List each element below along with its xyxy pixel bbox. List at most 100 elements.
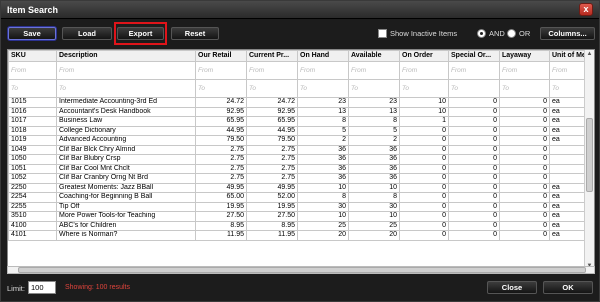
table-cell: Clif Bar Blck Chry Almnd bbox=[56, 144, 196, 155]
filter-to-row-cell[interactable]: To bbox=[56, 79, 196, 98]
save-button[interactable]: Save bbox=[8, 27, 56, 40]
table-cell: 0 bbox=[448, 97, 500, 108]
column-header[interactable]: On Hand bbox=[297, 50, 349, 62]
table-row[interactable]: 2254 Coaching-for Beginning B Ball 65.00 52… bbox=[8, 192, 586, 203]
table-row[interactable]: 1016 Accountant's Desk Handbook 92.95 92.95… bbox=[8, 106, 586, 117]
table-row[interactable]: 1051 Clif Bar Cool Mnt Chclt 2.75 2.75 36 36 0… bbox=[8, 163, 586, 174]
filter-from-row-cell[interactable]: From bbox=[499, 61, 550, 80]
vertical-scroll-thumb[interactable] bbox=[586, 118, 593, 192]
filter-from-row-cell[interactable]: From bbox=[195, 61, 247, 80]
column-header[interactable]: SKU bbox=[8, 50, 57, 62]
table-row[interactable]: 1017 Business Law 65.95 65.95 8 8 1 0 0 ea bbox=[8, 116, 586, 127]
table-cell: 0 bbox=[499, 173, 550, 184]
table-cell: 0 bbox=[399, 211, 449, 222]
table-cell: 0 bbox=[499, 135, 550, 146]
table-row[interactable]: 1050 Clif Bar Blubry Crsp 2.75 2.75 36 36 0 0 0 bbox=[8, 154, 586, 165]
results-table: From From From From From From From From From From… bbox=[8, 50, 586, 241]
show-inactive-checkbox[interactable] bbox=[378, 29, 387, 38]
horizontal-scroll-thumb[interactable] bbox=[18, 267, 586, 273]
filter-to-row-cell[interactable]: To bbox=[399, 79, 449, 98]
table-cell: 5 bbox=[297, 125, 349, 136]
table-cell: 0 bbox=[399, 182, 449, 193]
limit-input[interactable]: 100 bbox=[28, 281, 56, 294]
column-header[interactable]: Layaway bbox=[499, 50, 550, 62]
table-row[interactable]: 1018 College Dictionary 44.95 44.95 5 5 0 0 0 ea bbox=[8, 125, 586, 136]
table-cell: 2255 bbox=[8, 201, 57, 212]
table-row[interactable]: 1049 Clif Bar Blck Chry Almnd 2.75 2.75 36 36… bbox=[8, 144, 586, 155]
column-header[interactable]: Current Pr... bbox=[246, 50, 298, 62]
filter-from-row-cell[interactable]: From bbox=[8, 61, 57, 80]
close-window-icon[interactable]: x bbox=[579, 3, 593, 16]
table-cell: 20 bbox=[297, 230, 349, 241]
export-highlight-box bbox=[114, 22, 167, 45]
column-header[interactable]: Special Or... bbox=[448, 50, 500, 62]
table-cell: More Power Tools-for Teaching bbox=[56, 211, 196, 222]
filter-to-row-cell[interactable]: To bbox=[195, 79, 247, 98]
title-bar[interactable]: Item Search x bbox=[1, 1, 599, 19]
table-row[interactable]: 2250 Greatest Moments: Jazz BBall 49.95 49.… bbox=[8, 182, 586, 193]
table-row[interactable]: 4100 ABC's for Children 8.95 8.95 25 25 0 0 0 ea bbox=[8, 220, 586, 231]
column-header[interactable]: Available bbox=[348, 50, 400, 62]
or-radio[interactable] bbox=[507, 29, 516, 38]
filter-to-row-cell[interactable]: To bbox=[549, 79, 586, 98]
table-row[interactable]: 3510 More Power Tools-for Teaching 27.50 27… bbox=[8, 211, 586, 222]
table-cell: Clif Bar Blubry Crsp bbox=[56, 154, 196, 165]
columns-button[interactable]: Columns... bbox=[540, 27, 595, 40]
filter-to-row-cell[interactable]: To bbox=[448, 79, 500, 98]
table-cell: Accountant's Desk Handbook bbox=[56, 106, 196, 117]
table-cell: 2.75 bbox=[195, 173, 247, 184]
filter-from-row-cell[interactable]: From bbox=[399, 61, 449, 80]
table-row[interactable]: 1019 Advanced Accounting 79.50 79.50 2 2 0 0 0 ea bbox=[8, 135, 586, 146]
column-header[interactable]: Unit of Me... bbox=[549, 50, 586, 62]
filter-from-row-cell[interactable]: From bbox=[348, 61, 400, 80]
filter-from-row-cell[interactable]: From bbox=[56, 61, 196, 80]
table-row[interactable]: 4101 Where is Norman? 11.95 11.95 20 20 0 0 0 ea bbox=[8, 230, 586, 241]
scroll-up-arrow-icon[interactable]: ▲ bbox=[585, 50, 594, 59]
table-cell: 0 bbox=[448, 211, 500, 222]
filter-to-row-cell[interactable]: To bbox=[348, 79, 400, 98]
filter-from-row-cell[interactable]: From bbox=[297, 61, 349, 80]
table-cell: 0 bbox=[499, 116, 550, 127]
table-cell: 0 bbox=[499, 201, 550, 212]
filter-to-row-cell[interactable]: To bbox=[297, 79, 349, 98]
limit-label: Limit: bbox=[7, 284, 25, 293]
table-cell: 27.50 bbox=[195, 211, 247, 222]
close-button[interactable]: Close bbox=[487, 281, 537, 294]
ok-button[interactable]: OK bbox=[543, 281, 593, 294]
column-header[interactable]: On Order bbox=[399, 50, 449, 62]
table-cell: ea bbox=[549, 116, 586, 127]
table-cell: 2.75 bbox=[246, 173, 298, 184]
table-cell: 1018 bbox=[8, 125, 57, 136]
filter-from-row-cell[interactable]: From bbox=[246, 61, 298, 80]
table-row[interactable]: 1015 Intermediate Accounting-3rd Ed 24.72 2… bbox=[8, 97, 586, 108]
table-cell bbox=[549, 144, 586, 155]
filter-to-row-cell[interactable]: To bbox=[246, 79, 298, 98]
table-cell: 8.95 bbox=[246, 220, 298, 231]
filter-to-row-cell[interactable]: To bbox=[499, 79, 550, 98]
table-cell: 0 bbox=[399, 230, 449, 241]
load-button[interactable]: Load bbox=[62, 27, 112, 40]
table-cell: 2.75 bbox=[195, 163, 247, 174]
and-radio[interactable] bbox=[477, 29, 486, 38]
column-header[interactable]: Our Retail bbox=[195, 50, 247, 62]
table-cell: 8 bbox=[348, 116, 400, 127]
filter-from-row-cell[interactable]: From bbox=[549, 61, 586, 80]
column-header-row: SKU Description Our Retail Current Pr... On … bbox=[8, 50, 586, 62]
table-cell: 8 bbox=[297, 192, 349, 203]
table-row[interactable]: 2255 Tip Off 19.95 19.95 30 30 0 0 0 ea bbox=[8, 201, 586, 212]
table-cell: 0 bbox=[499, 144, 550, 155]
column-header[interactable]: Description bbox=[56, 50, 196, 62]
vertical-scrollbar[interactable]: ▲ ▼ bbox=[584, 50, 594, 271]
reset-button[interactable]: Reset bbox=[171, 27, 219, 40]
table-cell: ea bbox=[549, 201, 586, 212]
table-cell: 2.75 bbox=[246, 144, 298, 155]
table-cell: 0 bbox=[499, 97, 550, 108]
table-cell: 2.75 bbox=[246, 163, 298, 174]
filter-from-row-cell[interactable]: From bbox=[448, 61, 500, 80]
table-cell: 0 bbox=[399, 144, 449, 155]
horizontal-scrollbar[interactable] bbox=[7, 266, 595, 274]
table-row[interactable]: 1052 Clif Bar Cranbry Orng Nt Brd 2.75 2.75… bbox=[8, 173, 586, 184]
table-cell: 13 bbox=[297, 106, 349, 117]
filter-to-row-cell[interactable]: To bbox=[8, 79, 57, 98]
table-cell: 25 bbox=[297, 220, 349, 231]
